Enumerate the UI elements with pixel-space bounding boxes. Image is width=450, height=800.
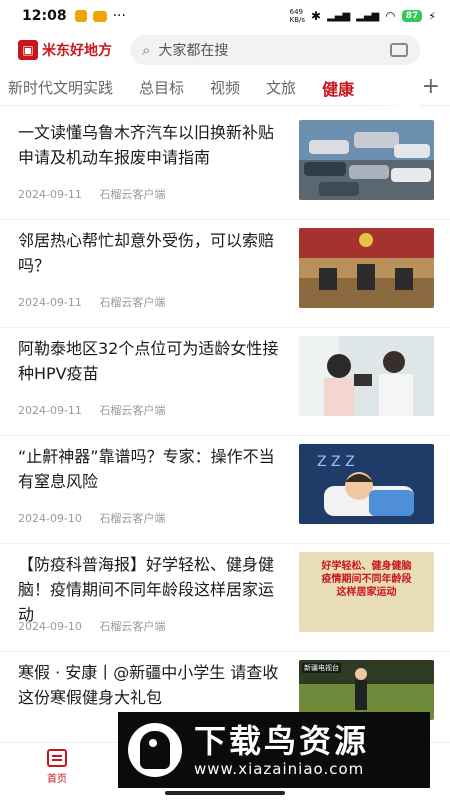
item-meta: 2024-09-10 石榴云客户端 [18,510,179,526]
app-logo[interactable]: ▣ 米东好地方 [18,40,112,60]
tab-home-label: 首页 [47,774,67,785]
scan-icon[interactable] [390,43,408,57]
search-icon: ⌕ [142,41,151,59]
watermark-banner: 下载鸟资源 www.xiazainiao.com [118,712,430,788]
chat-icon [92,10,107,22]
list-item[interactable]: 阿勒泰地区32个点位可为适龄女性接种HPV疫苗 2024-09-11 石榴云客户… [0,328,450,436]
item-source: 石榴云客户端 [99,620,166,633]
tab-home[interactable]: 首页 [42,749,72,785]
home-indicator [165,791,285,795]
item-title: 一文读懂乌鲁木齐汽车以旧换新补贴申请及机动车报废申请指南 [18,123,275,167]
item-thumbnail: 好学轻松、健身健脑 疫情期间不同年龄段 这样居家运动 [299,552,434,632]
app-bar: ▣ 米东好地方 ⌕ 大家都在搜 [0,32,450,68]
item-thumbnail: Z Z Z [299,444,434,524]
item-meta: 2024-09-11 石榴云客户端 [18,402,179,418]
thumb-tag: 新疆电视台 [302,663,341,673]
search-placeholder: 大家都在搜 [158,43,229,59]
item-thumbnail [299,120,434,200]
home-icon [47,749,67,767]
item-source: 石榴云客户端 [99,404,166,417]
wifi-icon: ◠ [385,9,396,23]
svg-text:Z Z Z: Z Z Z [317,454,355,470]
item-meta: 2024-09-10 石榴云客户端 [18,618,179,634]
watermark-title: 下载鸟资源 [194,722,370,760]
item-thumbnail [299,336,434,416]
item-thumbnail: 新疆电视台 [299,660,434,720]
item-title: 邻居热心帮忙却意外受伤，可以索赔吗？ [18,231,275,275]
item-title: “止鼾神器”靠谱吗？专家：操作不当有窒息风险 [18,447,275,491]
channel-tabs: 新时代文明实践 总目标 视频 文旅 健康 + [0,70,450,106]
logo-mark-icon: ▣ [18,40,38,60]
item-meta: 2024-09-11 石榴云客户端 [18,294,179,310]
tab-fade [370,70,420,106]
bird-logo-icon [128,723,182,777]
tab-culture-tourism[interactable]: 文旅 [266,77,296,98]
list-item[interactable]: “止鼾神器”靠谱吗？专家：操作不当有窒息风险 2024-09-10 石榴云客户端… [0,436,450,544]
item-date: 2024-09-11 [18,404,82,417]
signal2-icon: ▂▄▆ [356,10,380,22]
item-source: 石榴云客户端 [99,296,166,309]
item-date: 2024-09-10 [18,620,82,633]
item-source: 石榴云客户端 [99,188,166,201]
list-item[interactable]: 一文读懂乌鲁木齐汽车以旧换新补贴申请及机动车报废申请指南 2024-09-11 … [0,112,450,220]
status-bar: 12:08 ··· 649 KB/s ✱ ▂▄▆ ▂▄▆ ◠ 87 ⚡ [0,0,450,32]
item-date: 2024-09-10 [18,512,82,525]
tab-health[interactable]: 健康 [322,76,354,100]
more-dots-icon: ··· [112,8,126,24]
item-date: 2024-09-11 [18,296,82,309]
charging-icon: ⚡ [428,9,436,23]
tab-video[interactable]: 视频 [210,77,240,98]
notification-icon [74,10,87,22]
battery-icon: 87 [401,10,423,22]
item-source: 石榴云客户端 [99,512,166,525]
item-title: 【防疫科普海报】好学轻松、健身健脑！疫情期间不同年龄段这样居家运动 [18,555,275,624]
item-thumbnail [299,228,434,308]
status-time: 12:08 [22,8,67,24]
search-bar[interactable]: ⌕ 大家都在搜 [130,35,420,65]
bluetooth-icon: ✱ [311,9,322,23]
item-date: 2024-09-11 [18,188,82,201]
list-item[interactable]: 邻居热心帮忙却意外受伤，可以索赔吗？ 2024-09-11 石榴云客户端 [0,220,450,328]
app-name: 米东好地方 [42,43,112,59]
watermark-url: www.xiazainiao.com [194,760,365,778]
status-right: 649 KB/s ✱ ▂▄▆ ▂▄▆ ◠ 87 ⚡ [290,8,436,24]
list-item[interactable]: 【防疫科普海报】好学轻松、健身健脑！疫情期间不同年龄段这样居家运动 2024-0… [0,544,450,652]
item-title: 阿勒泰地区32个点位可为适龄女性接种HPV疫苗 [18,339,279,383]
tab-civilization[interactable]: 新时代文明实践 [8,77,113,98]
watermark-text: 下载鸟资源 www.xiazainiao.com [194,722,369,778]
tab-general-goal[interactable]: 总目标 [139,77,184,98]
item-meta: 2024-09-11 石榴云客户端 [18,186,179,202]
net-speed: 649 KB/s [289,8,306,24]
poster-text: 好学轻松、健身健脑 疫情期间不同年龄段 这样居家运动 [321,561,412,598]
add-channel-icon[interactable]: + [422,74,440,99]
item-title: 寒假 · 安康丨@新疆中小学生 请查收这份寒假健身大礼包 [18,663,279,707]
signal-icon: ▂▄▆ [327,10,351,22]
